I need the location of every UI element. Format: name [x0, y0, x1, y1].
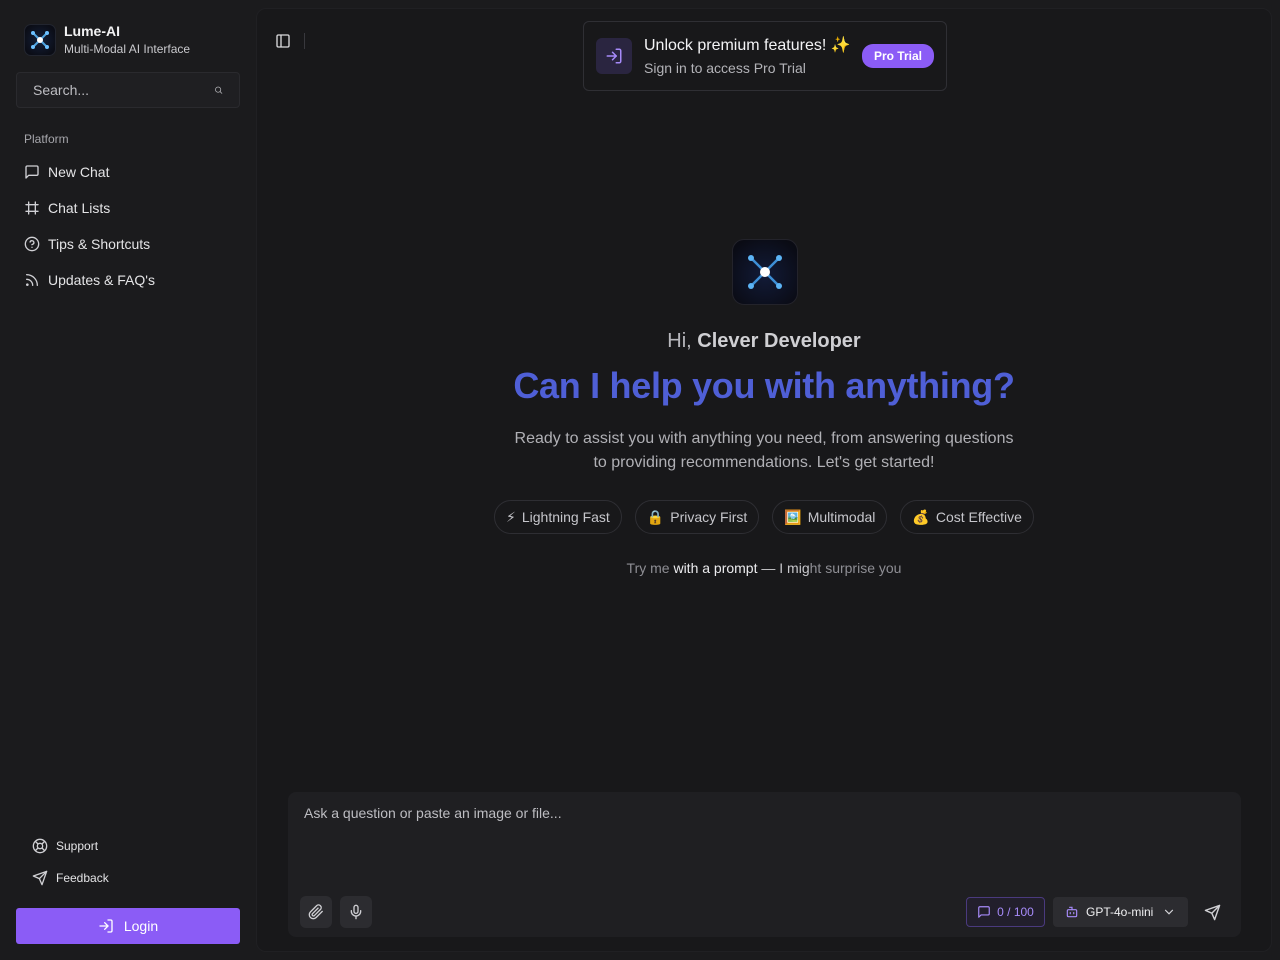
prompt-hint-part: with a prompt	[673, 560, 758, 576]
chip-label: Lightning Fast	[521, 509, 610, 525]
chip-label: Privacy First	[670, 509, 748, 525]
model-selector[interactable]: GPT-4o-mini	[1053, 897, 1188, 927]
support-label: Support	[56, 839, 99, 853]
support-link[interactable]: Support	[24, 830, 234, 862]
voice-button[interactable]	[340, 896, 372, 928]
counter-value: 0 / 100	[997, 905, 1034, 919]
sidebar: Lume-AI Multi-Modal AI Interface Platfor…	[0, 0, 256, 960]
rss-icon	[26, 274, 38, 286]
money-bag-icon: 💰	[912, 508, 930, 525]
login-label: Login	[123, 918, 159, 934]
prompt-hint-part: — I mig	[757, 560, 810, 576]
chip-cost-effective: 💰 Cost Effective	[900, 500, 1034, 534]
microphone-icon	[350, 904, 362, 920]
feature-chips: ⚡ Lightning Fast 🔒 Privacy First 🖼️ Mult…	[257, 500, 1271, 534]
send-icon	[32, 870, 48, 886]
paperclip-icon	[308, 904, 323, 920]
network-icon	[24, 24, 56, 56]
search-icon[interactable]	[214, 82, 223, 98]
sidebar-item-label: New Chat	[48, 164, 110, 180]
brand[interactable]: Lume-AI Multi-Modal AI Interface	[24, 23, 190, 57]
sidebar-item-tips[interactable]: Tips & Shortcuts	[16, 226, 240, 262]
lock-icon: 🔒	[646, 508, 665, 525]
chevron-down-icon	[1164, 909, 1174, 915]
lifebuoy-icon	[32, 838, 48, 854]
chip-label: Multimodal	[807, 509, 876, 525]
chip-privacy-first: 🔒 Privacy First	[634, 500, 760, 534]
user-name: Clever Developer	[697, 330, 861, 352]
chip-label: Cost Effective	[935, 509, 1022, 525]
chip-multimodal: 🖼️ Multimodal	[772, 500, 888, 534]
login-button[interactable]: Login	[16, 908, 240, 944]
message-input[interactable]	[304, 805, 1224, 875]
sidebar-item-new-chat[interactable]: New Chat	[16, 154, 240, 190]
message-square-icon	[25, 165, 39, 179]
lightning-icon: ⚡	[506, 508, 516, 525]
greeting: Hi, Clever Developer	[257, 330, 1271, 353]
image-icon: 🖼️	[784, 508, 802, 525]
panel-left-icon	[276, 34, 290, 48]
sidebar-nav: New Chat Chat Lists Tips & Shortcuts Upd…	[16, 154, 240, 298]
sidebar-item-label: Tips & Shortcuts	[48, 236, 151, 252]
help-circle-icon	[24, 236, 40, 252]
sidebar-item-updates[interactable]: Updates & FAQ's	[16, 262, 240, 298]
feedback-link[interactable]: Feedback	[24, 862, 234, 894]
model-name: GPT-4o-mini	[1086, 905, 1154, 919]
greeting-prefix: Hi,	[667, 330, 692, 352]
message-counter: 0 / 100	[966, 897, 1045, 927]
brand-name: Lume-AI	[64, 23, 120, 39]
send-icon	[1204, 904, 1220, 920]
brand-subtitle: Multi-Modal AI Interface	[64, 42, 191, 56]
sidebar-item-chat-lists[interactable]: Chat Lists	[16, 190, 240, 226]
prompt-hint-part: Try me	[626, 560, 674, 576]
bot-icon	[1066, 906, 1078, 918]
prompt-hint: Try me with a prompt — I might surprise …	[257, 560, 1271, 576]
section-label-platform: Platform	[24, 132, 69, 146]
search-box	[16, 72, 240, 108]
headline: Can I help you with anything?	[513, 365, 1015, 406]
prompt-hint-part: ht surprise you	[809, 560, 902, 576]
message-square-icon	[978, 906, 990, 918]
sidebar-item-label: Chat Lists	[48, 200, 111, 216]
sidebar-toggle-button[interactable]	[273, 31, 293, 51]
composer: 0 / 100 GPT-4o-mini	[288, 792, 1241, 937]
promo-title: Unlock premium features! ✨	[644, 36, 851, 54]
main-panel: Unlock premium features! ✨ Sign in to ac…	[256, 8, 1272, 952]
hero-logo	[732, 239, 798, 305]
pro-trial-button[interactable]: Pro Trial	[861, 44, 934, 68]
promo-subtitle: Sign in to access Pro Trial	[644, 59, 806, 76]
header-divider	[304, 33, 305, 49]
sign-in-icon	[596, 38, 632, 74]
promo-banner: Unlock premium features! ✨ Sign in to ac…	[583, 21, 947, 91]
hero-description: Ready to assist you with anything you ne…	[514, 430, 1014, 471]
hash-icon	[25, 201, 39, 215]
sidebar-item-label: Updates & FAQ's	[48, 272, 155, 288]
send-button[interactable]	[1200, 898, 1224, 926]
search-input[interactable]	[33, 82, 214, 98]
app-root: Lume-AI Multi-Modal AI Interface Platfor…	[0, 0, 1280, 960]
chip-lightning-fast: ⚡ Lightning Fast	[494, 500, 622, 534]
attach-button[interactable]	[300, 896, 332, 928]
network-icon	[748, 255, 782, 289]
feedback-label: Feedback	[56, 871, 109, 885]
sidebar-footer: Support Feedback	[24, 830, 234, 894]
login-icon	[99, 919, 113, 933]
